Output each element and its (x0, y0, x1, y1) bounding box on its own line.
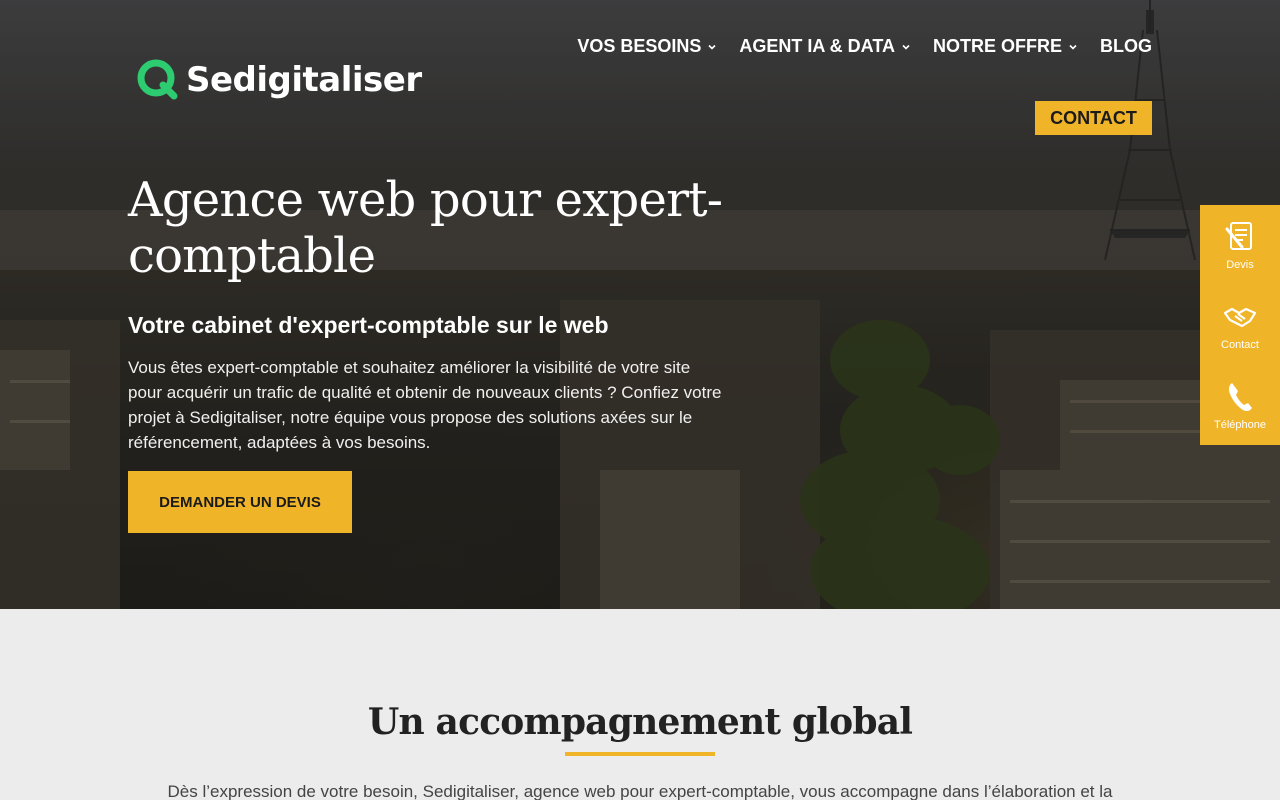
contact-button[interactable]: CONTACT (1035, 101, 1152, 135)
accompaniment-section: Un accompagnement global Dès l’expressio… (0, 609, 1280, 800)
sidebar-item-label: Téléphone (1214, 419, 1266, 431)
handshake-icon (1223, 307, 1257, 328)
nav-item-vos-besoins[interactable]: VOS BESOINS (577, 36, 717, 57)
phone-icon (1228, 383, 1252, 412)
logo-q-icon (137, 59, 178, 100)
nav-item-notre-offre[interactable]: NOTRE OFFRE (933, 36, 1078, 57)
section-intro-text: Dès l’expression de votre besoin, Sedigi… (167, 782, 1113, 800)
nav-item-agent-ia-data[interactable]: AGENT IA & DATA (739, 36, 911, 57)
main-navigation: VOS BESOINS AGENT IA & DATA NOTRE OFFRE … (577, 36, 1152, 57)
nav-item-blog[interactable]: BLOG (1100, 36, 1152, 57)
nav-item-label: BLOG (1100, 36, 1152, 56)
site-logo[interactable]: Sedigitaliser (136, 58, 422, 102)
hero-description: Vous êtes expert-comptable et souhaitez … (128, 358, 722, 452)
sidebar-item-devis[interactable]: Devis (1200, 205, 1280, 285)
sidebar-item-telephone[interactable]: Téléphone (1200, 365, 1280, 445)
quote-form-icon (1225, 222, 1252, 250)
hero-title: Agence web pour expert-comptable (128, 172, 723, 284)
nav-item-label: VOS BESOINS (577, 36, 702, 56)
sidebar-item-label: Devis (1226, 259, 1254, 271)
nav-item-label: NOTRE OFFRE (933, 36, 1062, 56)
sidebar-item-contact[interactable]: Contact (1200, 285, 1280, 365)
floating-contact-bar: Devis Contact Téléphone (1200, 205, 1280, 445)
section-divider (565, 752, 715, 756)
hero-subtitle: Votre cabinet d'expert-comptable sur le … (128, 312, 609, 338)
logo-wordmark: Sedigitaliser (186, 60, 422, 100)
chevron-down-icon (708, 44, 716, 50)
request-quote-button[interactable]: DEMANDER UN DEVIS (128, 471, 352, 533)
nav-item-label: AGENT IA & DATA (739, 36, 895, 56)
sidebar-item-label: Contact (1221, 339, 1259, 351)
chevron-down-icon (1069, 44, 1077, 50)
chevron-down-icon (902, 44, 910, 50)
section-title: Un accompagnement global (367, 701, 913, 743)
